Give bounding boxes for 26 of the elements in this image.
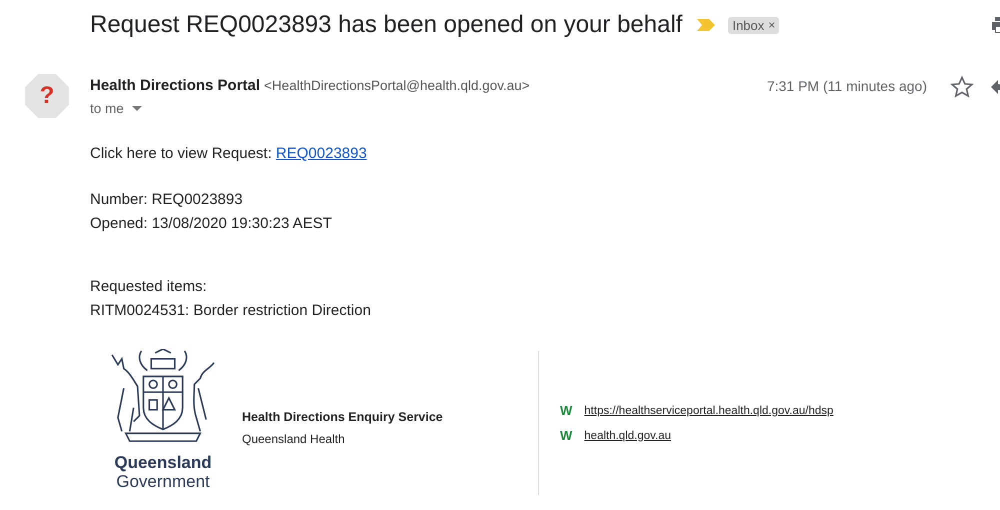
request-link[interactable]: REQ0023893 — [276, 145, 367, 162]
signature-title: Health Directions Enquiry Service — [242, 410, 444, 424]
body-text: Requested items: — [90, 277, 208, 297]
label-text: Inbox — [732, 18, 764, 32]
web-marker: W — [560, 403, 572, 418]
sender-name: Health Directions Portal — [90, 77, 260, 94]
avatar-question-mark: ? — [40, 82, 54, 110]
label-chip[interactable]: Inbox × — [728, 16, 780, 34]
recipient-dropdown[interactable]: to me — [90, 101, 142, 116]
importance-marker-icon[interactable] — [696, 18, 716, 32]
logo-text: Queensland — [114, 453, 212, 472]
website-link[interactable]: https://healthserviceportal.health.qld.gov.au/hdsp — [584, 404, 834, 416]
email-time: 7:31 PM (11 minutes ago) — [766, 77, 927, 94]
signature-subtitle: Queensland Health — [242, 432, 346, 446]
sender-email: <HealthDirectionsPortal@health.qld.gov.au> — [264, 78, 530, 93]
star-icon[interactable] — [950, 75, 974, 99]
remove-label-button[interactable]: × — [768, 18, 776, 32]
email-subject: Request REQ0023893 has been opened on your behalf — [90, 11, 682, 39]
body-text: Number: REQ0023893 — [90, 190, 244, 210]
website-link[interactable]: health.qld.gov.au — [584, 430, 672, 442]
body-text: RITM0024531: Border restriction Direction — [90, 301, 372, 321]
web-marker: W — [560, 428, 572, 443]
caret-icon — [132, 106, 142, 112]
logo-text: Government — [116, 472, 210, 491]
body-text: Opened: 13/08/2020 19:30:23 AEST — [90, 214, 333, 234]
body-text: Click here to view Request: REQ0023893 — [90, 144, 368, 164]
